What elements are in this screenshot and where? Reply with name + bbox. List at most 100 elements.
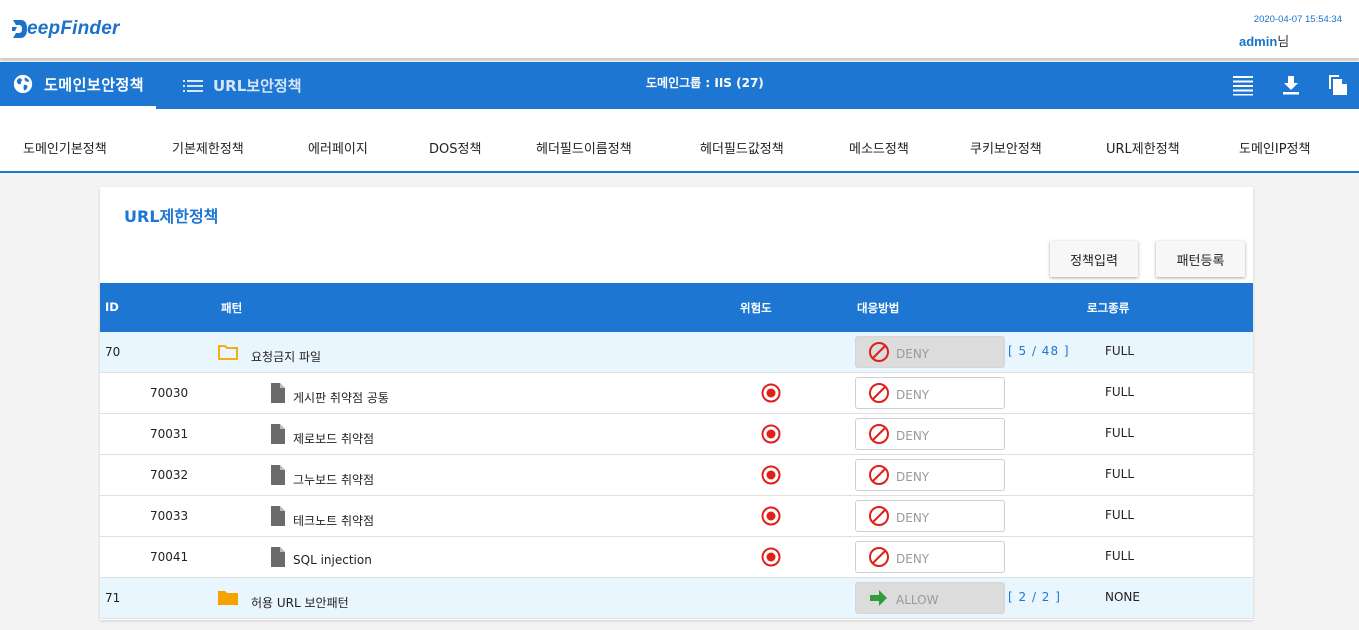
deny-icon	[869, 342, 889, 362]
log-type: FULL	[1105, 508, 1135, 522]
log-type: FULL	[1105, 344, 1135, 358]
action-deny-button[interactable]: DENY	[855, 541, 1005, 573]
logo-mark-icon	[12, 20, 27, 38]
file-icon	[271, 465, 285, 485]
risk-high-icon	[761, 424, 781, 444]
action-label: ALLOW	[896, 592, 939, 607]
pattern-count: [ 2 / 2 ]	[1008, 590, 1061, 604]
domain-group-title: 도메인그룹 : IIS (27)	[646, 76, 764, 90]
action-deny-button[interactable]: DENY	[855, 377, 1005, 409]
action-deny-button[interactable]: DENY	[855, 418, 1005, 450]
policy-input-button[interactable]: 정책입력	[1050, 241, 1138, 277]
main-nav: 도메인보안정책 URL보안정책 도메인그룹 : IIS (27)	[0, 62, 1359, 109]
header-log: 로그종류	[1087, 301, 1130, 315]
copy-icon[interactable]	[1327, 74, 1349, 96]
tab-header-field-name-policy[interactable]: 헤더필드이름정책	[536, 138, 632, 157]
deny-icon	[869, 547, 889, 567]
action-label: DENY	[896, 510, 930, 525]
row-pattern-name: 테크노트 취약점	[293, 514, 375, 528]
user-suffix: 님	[1277, 34, 1290, 49]
tab-domain-basic-policy[interactable]: 도메인기본정책	[23, 138, 107, 157]
deny-icon	[869, 424, 889, 444]
row-pattern-name: 요청금지 파일	[251, 350, 322, 364]
action-label: DENY	[896, 428, 930, 443]
header-pattern: 패턴	[221, 301, 243, 315]
globe-icon	[13, 74, 33, 94]
tab-url-security[interactable]: URL보안정책	[183, 62, 302, 109]
row-id: 70031	[150, 427, 189, 441]
tab-dos-policy[interactable]: DOS정책	[429, 138, 481, 157]
tab-url-security-label: URL보안정책	[213, 77, 302, 95]
top-header: eepFinder 2020-04-07 15:54:34 admin님	[0, 0, 1359, 59]
download-icon[interactable]	[1280, 74, 1302, 96]
table-header: ID 패턴 위험도 대응방법 로그종류	[100, 283, 1253, 332]
row-id: 70032	[150, 468, 189, 482]
tab-url-restriction-policy[interactable]: URL제한정책	[1106, 138, 1180, 157]
header-id: ID	[105, 300, 119, 314]
table-row[interactable]: 70032 그누보드 취약점 DENY FULL	[100, 455, 1253, 496]
pattern-register-button[interactable]: 패턴등록	[1156, 241, 1245, 277]
tab-domain-security-label: 도메인보안정책	[44, 75, 145, 94]
row-pattern-name: 게시판 취약점 공통	[293, 391, 389, 405]
log-type: NONE	[1105, 590, 1140, 604]
row-id: 70041	[150, 550, 189, 564]
row-pattern-name: 허용 URL 보안패턴	[251, 596, 349, 610]
table-row-group[interactable]: 70 요청금지 파일 DENY [ 5 / 48 ] FULL	[100, 332, 1253, 373]
logo[interactable]: eepFinder	[12, 16, 120, 42]
row-id: 70	[105, 345, 121, 359]
tab-domain-security[interactable]: 도메인보안정책	[0, 62, 157, 109]
log-type: FULL	[1105, 549, 1135, 563]
row-id: 71	[105, 591, 121, 605]
tab-method-policy[interactable]: 메소드정책	[849, 138, 909, 157]
table-row[interactable]: 70030 게시판 취약점 공통 DENY FULL	[100, 373, 1253, 414]
folder-outline-icon[interactable]	[218, 344, 238, 360]
datetime: 2020-04-07 15:54:34	[1253, 14, 1342, 25]
folder-filled-icon[interactable]	[218, 590, 238, 606]
row-pattern-name: 제로보드 취약점	[293, 432, 375, 446]
file-icon	[271, 547, 285, 567]
file-icon	[271, 506, 285, 526]
log-type: FULL	[1105, 426, 1135, 440]
tab-error-page[interactable]: 에러페이지	[308, 138, 368, 157]
list-icon[interactable]	[1232, 74, 1254, 96]
menu-list-icon	[183, 79, 203, 92]
deny-icon	[869, 506, 889, 526]
policy-subtabs: 도메인기본정책 기본제한정책 에러페이지 DOS정책 헤더필드이름정책 헤더필드…	[0, 109, 1359, 173]
tab-basic-restriction-policy[interactable]: 기본제한정책	[172, 138, 244, 157]
tab-header-field-value-policy[interactable]: 헤더필드값정책	[700, 138, 784, 157]
user-name[interactable]: admin	[1239, 34, 1277, 49]
file-icon	[271, 424, 285, 444]
risk-high-icon	[761, 465, 781, 485]
action-label: DENY	[896, 551, 930, 566]
action-deny-button[interactable]: DENY	[855, 459, 1005, 491]
risk-high-icon	[761, 506, 781, 526]
logo-text: eepFinder	[27, 18, 120, 39]
header-risk: 위험도	[740, 301, 772, 315]
row-pattern-name: 그누보드 취약점	[293, 473, 375, 487]
action-allow-button[interactable]: ALLOW	[855, 582, 1005, 614]
action-deny-button[interactable]: DENY	[855, 336, 1005, 368]
risk-high-icon	[761, 383, 781, 403]
action-label: DENY	[896, 387, 930, 402]
tab-domain-ip-policy[interactable]: 도메인IP정책	[1239, 138, 1310, 157]
row-id: 70033	[150, 509, 189, 523]
deny-icon	[869, 383, 889, 403]
pattern-count: [ 5 / 48 ]	[1008, 344, 1070, 358]
table-row-group[interactable]: 71 허용 URL 보안패턴 ALLOW [ 2 / 2 ] NONE	[100, 578, 1253, 619]
table-row[interactable]: 70031 제로보드 취약점 DENY FULL	[100, 414, 1253, 455]
action-deny-button[interactable]: DENY	[855, 500, 1005, 532]
action-label: DENY	[896, 346, 930, 361]
log-type: FULL	[1105, 467, 1135, 481]
table-row[interactable]: 70033 테크노트 취약점 DENY FULL	[100, 496, 1253, 537]
card-title: URL제한정책	[124, 207, 219, 226]
arrow-right-icon	[870, 590, 887, 606]
user-greeting: admin님	[1239, 31, 1289, 50]
action-label: DENY	[896, 469, 930, 484]
tab-cookie-security-policy[interactable]: 쿠키보안정책	[970, 138, 1042, 157]
file-icon	[271, 383, 285, 403]
header-action: 대응방법	[857, 301, 900, 315]
risk-high-icon	[761, 547, 781, 567]
url-restriction-card: URL제한정책 정책입력 패턴등록 ID 패턴 위험도 대응방법 로그종류 70…	[100, 187, 1253, 620]
deny-icon	[869, 465, 889, 485]
table-row[interactable]: 70041 SQL injection DENY FULL	[100, 537, 1253, 578]
